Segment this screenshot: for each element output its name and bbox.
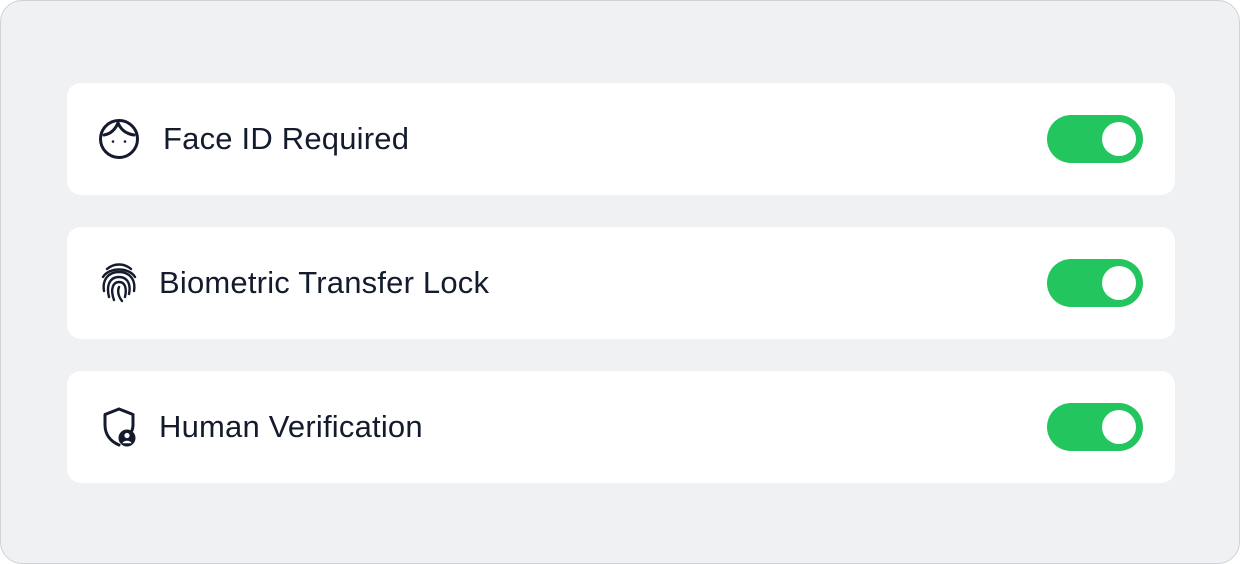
shield-user-icon [97, 405, 141, 449]
setting-row-human-verification: Human Verification [67, 371, 1175, 483]
fingerprint-icon [97, 261, 141, 305]
setting-label: Human Verification [159, 409, 423, 444]
setting-row-face-id: Face ID Required [67, 83, 1175, 195]
face-id-toggle[interactable] [1047, 115, 1143, 163]
setting-label: Face ID Required [163, 121, 410, 156]
toggle-knob [1102, 410, 1136, 444]
setting-row-biometric-transfer-lock: Biometric Transfer Lock [67, 227, 1175, 339]
settings-list: Face ID Required Biometric Transfer Lock [67, 83, 1175, 483]
biometric-transfer-lock-toggle[interactable] [1047, 259, 1143, 307]
security-settings-panel: Face ID Required Biometric Transfer Lock [0, 0, 1240, 564]
toggle-knob [1102, 122, 1136, 156]
face-id-icon [97, 117, 141, 161]
human-verification-toggle[interactable] [1047, 403, 1143, 451]
setting-label: Biometric Transfer Lock [159, 265, 490, 300]
toggle-knob [1102, 266, 1136, 300]
